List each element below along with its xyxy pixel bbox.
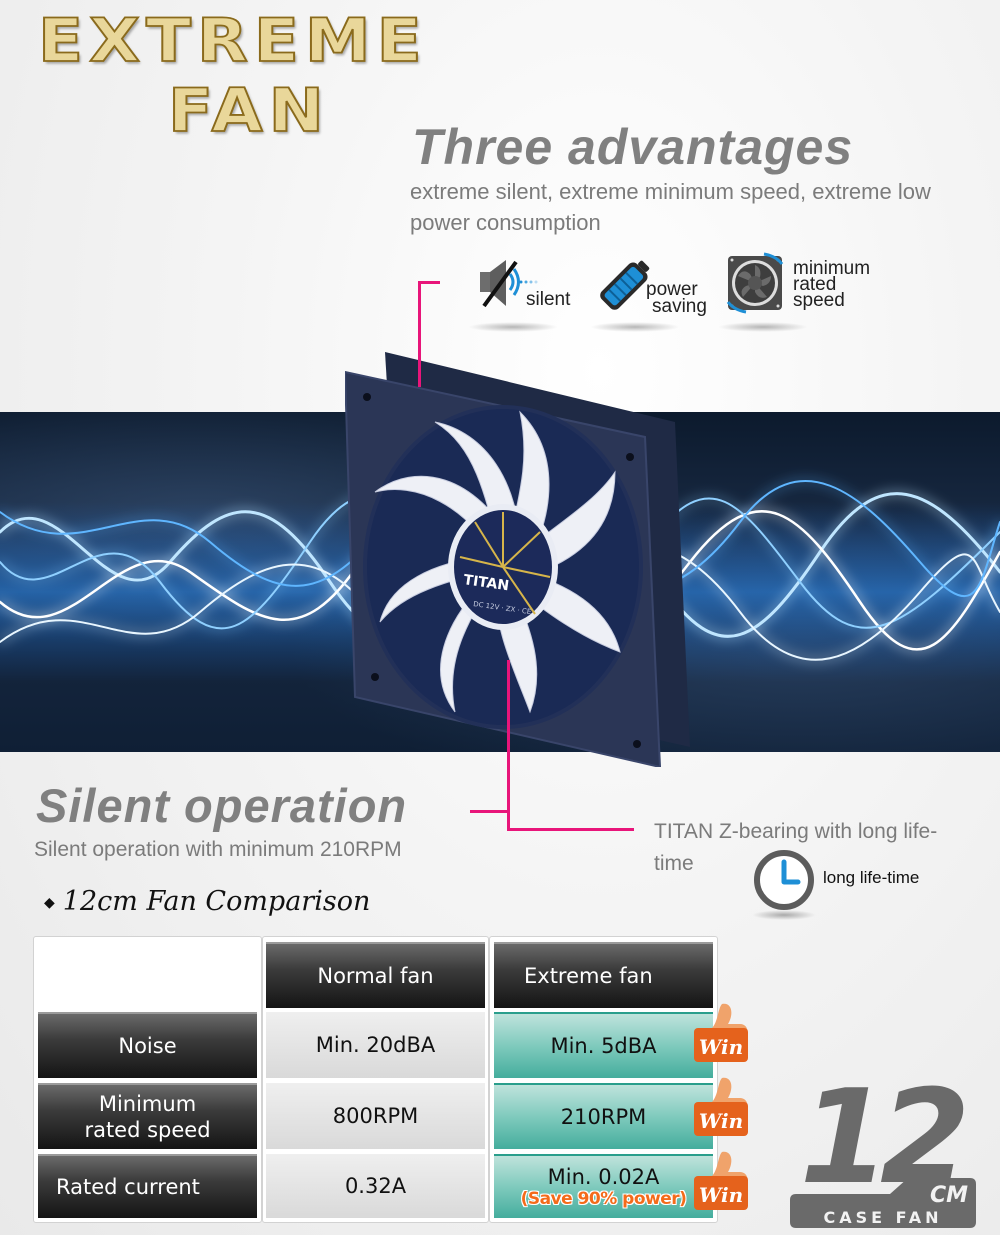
clock-icon [754,850,814,910]
svg-text:Win: Win [699,1183,743,1207]
advantages-subtitle: extreme silent, extreme minimum speed, e… [410,179,931,235]
fan-icon [726,252,784,314]
column-header-extreme: Extreme fan [494,942,713,1008]
bullet-icon: ◆ [44,894,55,911]
badge-caption: CASE FAN [823,1208,942,1227]
row-label-min-speed: Minimum rated speed [38,1083,257,1149]
advantages-title: Three advantages [412,119,854,175]
feature-silent-label: silent [526,289,571,310]
cell-normal-rated-current: 0.32A [266,1154,485,1218]
fan-product-image: TITAN DC 12V · ZX · CE [345,352,690,767]
save-power-note: (Save 90% power) [520,1189,687,1209]
cell-extreme-noise: Min. 5dBA [494,1012,713,1078]
feature-silent: silent [468,256,592,336]
clock-shadow [752,910,816,920]
callout-line-bearing-h [507,828,634,831]
logo-fan: FAN [167,75,330,146]
cell-extreme-min-speed: 210RPM [494,1083,713,1149]
callout-line-hub-v [507,660,510,830]
win-badge-noise: Win [694,1003,748,1062]
svg-text:Win: Win [699,1035,743,1059]
feature-power-saving: power saving [590,254,724,336]
win-badge-rated-current: Win [694,1151,748,1210]
svg-text:Win: Win [699,1109,743,1133]
cell-normal-noise: Min. 20dBA [266,1012,485,1078]
callout-line-top-h [418,281,440,284]
callout-line-top-v [418,281,421,387]
feature-min-speed: minimum rated speed [718,252,874,336]
win-badge-min-speed: Win [694,1077,748,1136]
cell-normal-min-speed: 800RPM [266,1083,485,1149]
column-header-normal: Normal fan [266,942,485,1008]
logo-extreme: EXTREME [37,5,428,76]
badge-unit: CM [930,1183,968,1208]
long-life-label: long life-time [823,868,920,887]
12cm-case-fan-badge: 12 CM CASE FAN [790,1070,976,1228]
feature-power-label-2: saving [652,296,707,317]
row-label-noise: Noise [38,1012,257,1078]
feature-speed-label-3: speed [793,290,845,311]
silent-subtitle: Silent operation with minimum 210RPM [34,838,402,861]
callout-line-silent-h [470,810,508,813]
silent-title: Silent operation [36,779,408,832]
comparison-title: ◆ 12cm Fan Comparison [44,886,371,917]
cell-extreme-rated-current: Min. 0.02A (Save 90% power) [494,1154,713,1218]
row-label-rated-current: Rated current [38,1154,257,1218]
